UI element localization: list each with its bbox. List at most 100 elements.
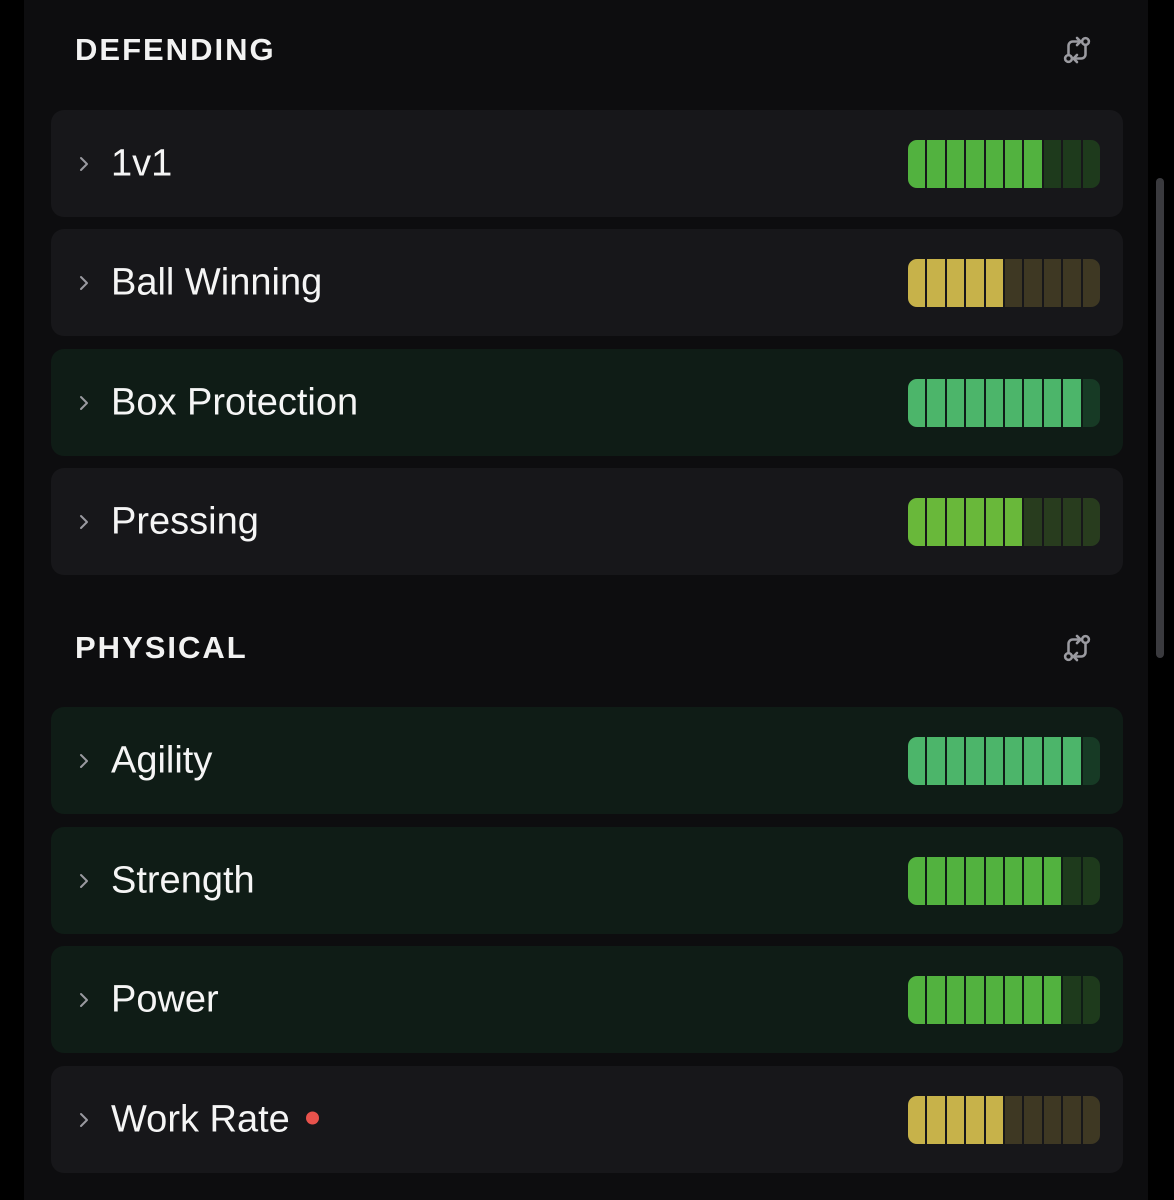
section-title: DEFENDING	[75, 32, 276, 67]
rating-segment-filled	[927, 856, 945, 905]
rating-segment-filled	[927, 139, 945, 188]
rating-segment-filled	[946, 139, 965, 188]
section-header-defending: DEFENDING	[51, 20, 1123, 80]
rating-segment-filled	[908, 1095, 926, 1144]
rating-segment-empty	[1082, 736, 1100, 785]
compare-swap-button[interactable]	[1059, 630, 1095, 666]
rating-segment-filled	[1005, 856, 1023, 905]
rating-segment-filled	[985, 378, 1004, 427]
attribute-row[interactable]: 1v1	[51, 110, 1123, 217]
rating-segment-empty	[1005, 258, 1023, 307]
attribute-label-wrapper: Pressing	[111, 500, 259, 543]
rating-segment-filled	[1043, 736, 1062, 785]
chevron-right-icon	[75, 989, 93, 1011]
rating-segment-empty	[1082, 856, 1100, 905]
rating-segment-filled	[927, 736, 945, 785]
attribute-label-wrapper: 1v1	[111, 142, 172, 185]
attribute-row[interactable]: Power	[51, 946, 1123, 1053]
attribute-row[interactable]: Box Protection	[51, 349, 1123, 456]
rating-segment-filled	[1005, 378, 1023, 427]
rating-meter	[908, 856, 1100, 905]
attribute-label-wrapper: Box Protection	[111, 381, 358, 424]
rating-segment-filled	[1024, 736, 1042, 785]
rating-segment-filled	[966, 258, 984, 307]
rating-segment-filled	[1005, 736, 1023, 785]
rating-segment-filled	[1005, 139, 1023, 188]
rating-segment-filled	[966, 975, 984, 1024]
attribute-label: Box Protection	[111, 381, 359, 423]
rating-segment-filled	[927, 378, 945, 427]
rating-segment-filled	[908, 258, 926, 307]
attribute-label: Strength	[111, 859, 255, 901]
chevron-right-icon	[75, 870, 93, 892]
rating-segment-empty	[1024, 1095, 1042, 1144]
attribute-row[interactable]: Pressing	[51, 468, 1123, 575]
rating-segment-filled	[908, 975, 926, 1024]
rating-segment-empty	[1043, 139, 1062, 188]
rating-segment-filled	[966, 1095, 984, 1144]
attribute-row[interactable]: Strength	[51, 827, 1123, 934]
alert-dot-icon	[305, 1111, 319, 1125]
attribute-label: Agility	[111, 739, 213, 781]
rating-segment-filled	[946, 736, 965, 785]
rating-segment-empty	[1082, 378, 1100, 427]
rating-segment-filled	[1005, 497, 1023, 546]
chevron-right-icon	[75, 750, 93, 772]
rating-meter	[908, 378, 1100, 427]
rating-segment-filled	[908, 856, 926, 905]
attribute-row[interactable]: Work Rate	[51, 1066, 1123, 1173]
rating-segment-filled	[908, 378, 926, 427]
rating-segment-filled	[985, 856, 1004, 905]
rating-meter	[908, 497, 1100, 546]
rating-meter	[908, 258, 1100, 307]
rating-segment-filled	[946, 856, 965, 905]
rating-segment-filled	[927, 975, 945, 1024]
rating-segment-filled	[946, 975, 965, 1024]
section-header-physical: PHYSICAL	[51, 618, 1123, 678]
rating-segment-filled	[966, 856, 984, 905]
attribute-label: Ball Winning	[111, 261, 323, 303]
rating-segment-empty	[1005, 1095, 1023, 1144]
compare-swap-icon	[1063, 36, 1091, 64]
rating-segment-empty	[1063, 139, 1081, 188]
rating-segment-filled	[908, 497, 926, 546]
compare-swap-icon	[1063, 634, 1091, 662]
rating-segment-filled	[966, 736, 984, 785]
rating-segment-filled	[1063, 378, 1081, 427]
rating-segment-empty	[1082, 258, 1100, 307]
chevron-right-icon	[75, 153, 93, 175]
scrollbar-thumb[interactable]	[1156, 178, 1164, 658]
attribute-row[interactable]: Agility	[51, 707, 1123, 814]
rating-segment-filled	[985, 258, 1004, 307]
rating-segment-filled	[985, 497, 1004, 546]
rating-segment-filled	[946, 1095, 965, 1144]
rating-segment-filled	[1024, 856, 1042, 905]
rating-segment-filled	[946, 497, 965, 546]
rating-segment-filled	[1063, 736, 1081, 785]
chevron-right-icon	[75, 1109, 93, 1131]
rating-segment-filled	[908, 736, 926, 785]
rating-segment-filled	[1005, 975, 1023, 1024]
chevron-right-icon	[75, 272, 93, 294]
chevron-right-icon	[75, 392, 93, 414]
attribute-label-wrapper: Work Rate	[111, 1098, 319, 1141]
rating-segment-filled	[1024, 975, 1042, 1024]
compare-swap-button[interactable]	[1059, 32, 1095, 68]
attribute-label: Pressing	[111, 500, 259, 542]
rating-segment-filled	[985, 736, 1004, 785]
rating-meter	[908, 139, 1100, 188]
rating-segment-empty	[1043, 497, 1062, 546]
rating-segment-filled	[966, 378, 984, 427]
rating-segment-filled	[927, 497, 945, 546]
attribute-label-wrapper: Power	[111, 978, 219, 1021]
attribute-label-wrapper: Ball Winning	[111, 261, 322, 304]
rating-segment-empty	[1063, 497, 1081, 546]
rating-segment-filled	[1043, 856, 1062, 905]
rating-segment-empty	[1082, 139, 1100, 188]
rating-segment-empty	[1063, 856, 1081, 905]
chevron-right-icon	[75, 511, 93, 533]
rating-segment-empty	[1043, 258, 1062, 307]
attribute-row[interactable]: Ball Winning	[51, 229, 1123, 336]
rating-segment-filled	[985, 975, 1004, 1024]
rating-segment-empty	[1063, 258, 1081, 307]
